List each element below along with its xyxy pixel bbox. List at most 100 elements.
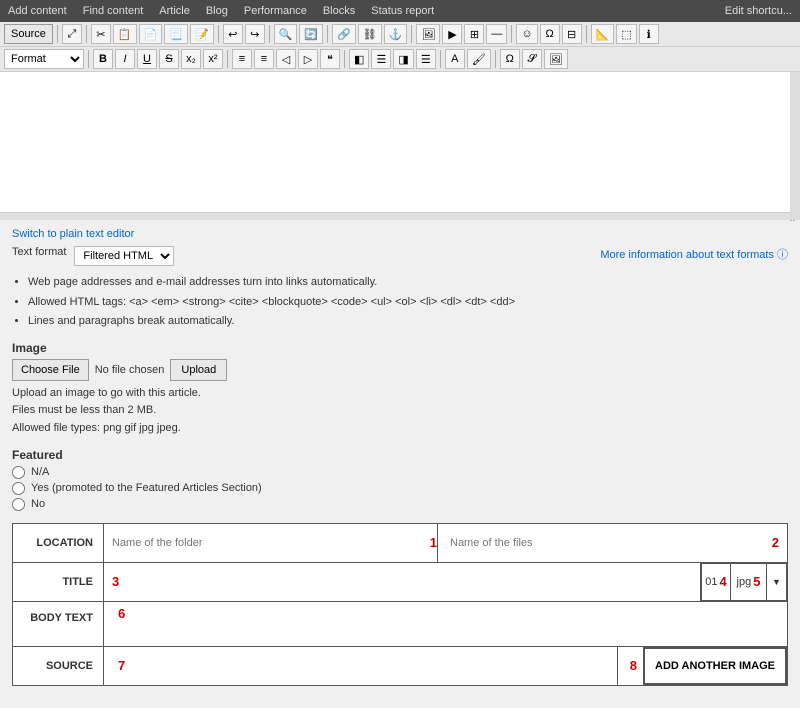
menu-article[interactable]: Article — [159, 2, 190, 20]
italic-button[interactable]: I — [115, 49, 135, 69]
body-text-label: BODY TEXT — [13, 602, 103, 630]
ext-num: 5 — [753, 574, 760, 589]
tb-redo[interactable]: ↪ — [245, 24, 265, 44]
underline-button[interactable]: U — [137, 49, 157, 69]
align-justify[interactable]: ☰ — [416, 49, 436, 69]
text-format-select[interactable]: Filtered HTML — [74, 246, 174, 266]
editor-resize-handle[interactable]: ⣿ — [0, 212, 800, 220]
tb-paste-text[interactable]: 📃 — [164, 24, 188, 44]
tb-replace[interactable]: 🔄 — [299, 24, 323, 44]
tb-link[interactable]: 🔗 — [332, 24, 356, 44]
radio-na[interactable] — [12, 466, 25, 479]
upload-note-2: Files must be less than 2 MB. — [12, 402, 788, 420]
radio-no[interactable] — [12, 498, 25, 511]
dropdown-arrow-box[interactable]: ▼ — [767, 563, 787, 601]
editor-body[interactable] — [0, 72, 800, 212]
toolbar-separator-7 — [511, 25, 512, 43]
tb-table[interactable]: ⊞ — [464, 24, 484, 44]
outdent-button[interactable]: ◁ — [276, 49, 296, 69]
more-info-link[interactable]: More information about text formats ⓘ — [600, 246, 788, 262]
tb-cut[interactable]: ✂ — [91, 24, 111, 44]
toolbar-separator-8 — [586, 25, 587, 43]
files-input[interactable] — [446, 525, 766, 561]
subscript-button[interactable]: x₂ — [181, 49, 201, 69]
format-select[interactable]: Format — [4, 49, 84, 69]
align-right[interactable]: ◨ — [393, 49, 413, 69]
tb-anchor[interactable]: ⚓ — [384, 24, 408, 44]
img-toolbar[interactable]: 🖼 — [544, 49, 568, 69]
toolbar-separator-13 — [495, 50, 496, 68]
format-note-1: Web page addresses and e-mail addresses … — [28, 274, 788, 292]
source-button[interactable]: Source — [4, 24, 53, 44]
tb-flash[interactable]: ▶ — [442, 24, 462, 44]
tb-hline[interactable]: — — [486, 24, 507, 44]
menu-blog[interactable]: Blog — [206, 2, 228, 20]
text-color[interactable]: A — [445, 49, 465, 69]
tb-image[interactable]: 🖼 — [416, 24, 440, 44]
toolbar-row-1: Source ⤢ ✂ 📋 📄 📃 📝 ↩ ↪ 🔍 🔄 🔗 ⛓ ⚓ 🖼 ▶ ⊞ —… — [0, 22, 800, 47]
title-label: TITLE — [13, 570, 103, 594]
upload-button[interactable]: Upload — [170, 359, 227, 381]
source-input[interactable] — [125, 648, 609, 684]
align-center[interactable]: ☰ — [371, 49, 391, 69]
title-num: 3 — [112, 574, 119, 589]
text-format-row: Text format Filtered HTML More informati… — [12, 246, 788, 266]
source-label: SOURCE — [13, 654, 103, 678]
dropdown-arrow-icon: ▼ — [772, 577, 781, 587]
list-unordered[interactable]: ≡ — [232, 49, 252, 69]
indent-button[interactable]: ▷ — [298, 49, 318, 69]
folder-input[interactable] — [104, 525, 424, 561]
blockquote-button[interactable]: ❝ — [320, 49, 340, 69]
radio-na-label: N/A — [31, 466, 49, 478]
body-text-input[interactable] — [125, 606, 779, 642]
top-menu-items: Add content Find content Article Blog Pe… — [8, 2, 434, 20]
tb-maximize[interactable]: ⤢ — [62, 24, 82, 44]
tb-undo[interactable]: ↩ — [223, 24, 243, 44]
add-image-num: 8 — [630, 658, 637, 673]
tb-special-char[interactable]: Ω — [540, 24, 560, 44]
tb-page-break[interactable]: ⊟ — [562, 24, 582, 44]
choose-file-button[interactable]: Choose File — [12, 359, 89, 381]
image-section-label: Image — [12, 341, 788, 355]
title-input[interactable] — [123, 564, 700, 600]
ext-box: jpg 5 — [731, 563, 767, 601]
num-box-num: 4 — [720, 574, 727, 589]
add-another-image-button[interactable]: ADD ANOTHER IMAGE — [643, 647, 787, 685]
bold-button[interactable]: B — [93, 49, 113, 69]
tb-show-blocks[interactable]: ⬚ — [616, 24, 636, 44]
list-ordered[interactable]: ≡ — [254, 49, 274, 69]
menu-performance[interactable]: Performance — [244, 2, 307, 20]
radio-no-label: No — [31, 498, 45, 510]
superscript-button[interactable]: x² — [203, 49, 223, 69]
tb-smiley[interactable]: ☺ — [516, 24, 537, 44]
strike-button[interactable]: S — [159, 49, 179, 69]
radio-yes-label: Yes (promoted to the Featured Articles S… — [31, 482, 262, 494]
source-row: SOURCE 7 8 ADD ANOTHER IMAGE — [13, 647, 787, 685]
toolbar-separator-1 — [57, 25, 58, 43]
main-content: Switch to plain text editor Text format … — [0, 220, 800, 694]
menu-add-content[interactable]: Add content — [8, 2, 67, 20]
toolbar-separator-10 — [227, 50, 228, 68]
toolbar-separator-11 — [344, 50, 345, 68]
tb-paste[interactable]: 📄 — [139, 24, 163, 44]
radio-yes[interactable] — [12, 482, 25, 495]
special-char-2[interactable]: Ω — [500, 49, 520, 69]
menu-blocks[interactable]: Blocks — [323, 2, 355, 20]
toolbar-separator-3 — [218, 25, 219, 43]
radio-yes-row: Yes (promoted to the Featured Articles S… — [12, 482, 788, 495]
tb-find[interactable]: 🔍 — [274, 24, 298, 44]
tb-templates[interactable]: 📐 — [591, 24, 615, 44]
switch-to-plain-text-link[interactable]: Switch to plain text editor — [12, 228, 788, 240]
folder-num: 1 — [430, 535, 437, 550]
styles[interactable]: 𝓢 — [522, 49, 542, 69]
tb-copy[interactable]: 📋 — [113, 24, 137, 44]
align-left[interactable]: ◧ — [349, 49, 369, 69]
tb-about[interactable]: ℹ — [639, 24, 659, 44]
tb-unlink[interactable]: ⛓ — [358, 24, 382, 44]
bg-color[interactable]: 🖌 — [467, 49, 491, 69]
tb-paste-word[interactable]: 📝 — [190, 24, 214, 44]
editor-scrollbar[interactable] — [790, 72, 800, 220]
menu-find-content[interactable]: Find content — [83, 2, 144, 20]
menu-status-report[interactable]: Status report — [371, 2, 434, 20]
featured-label: Featured — [12, 448, 788, 462]
